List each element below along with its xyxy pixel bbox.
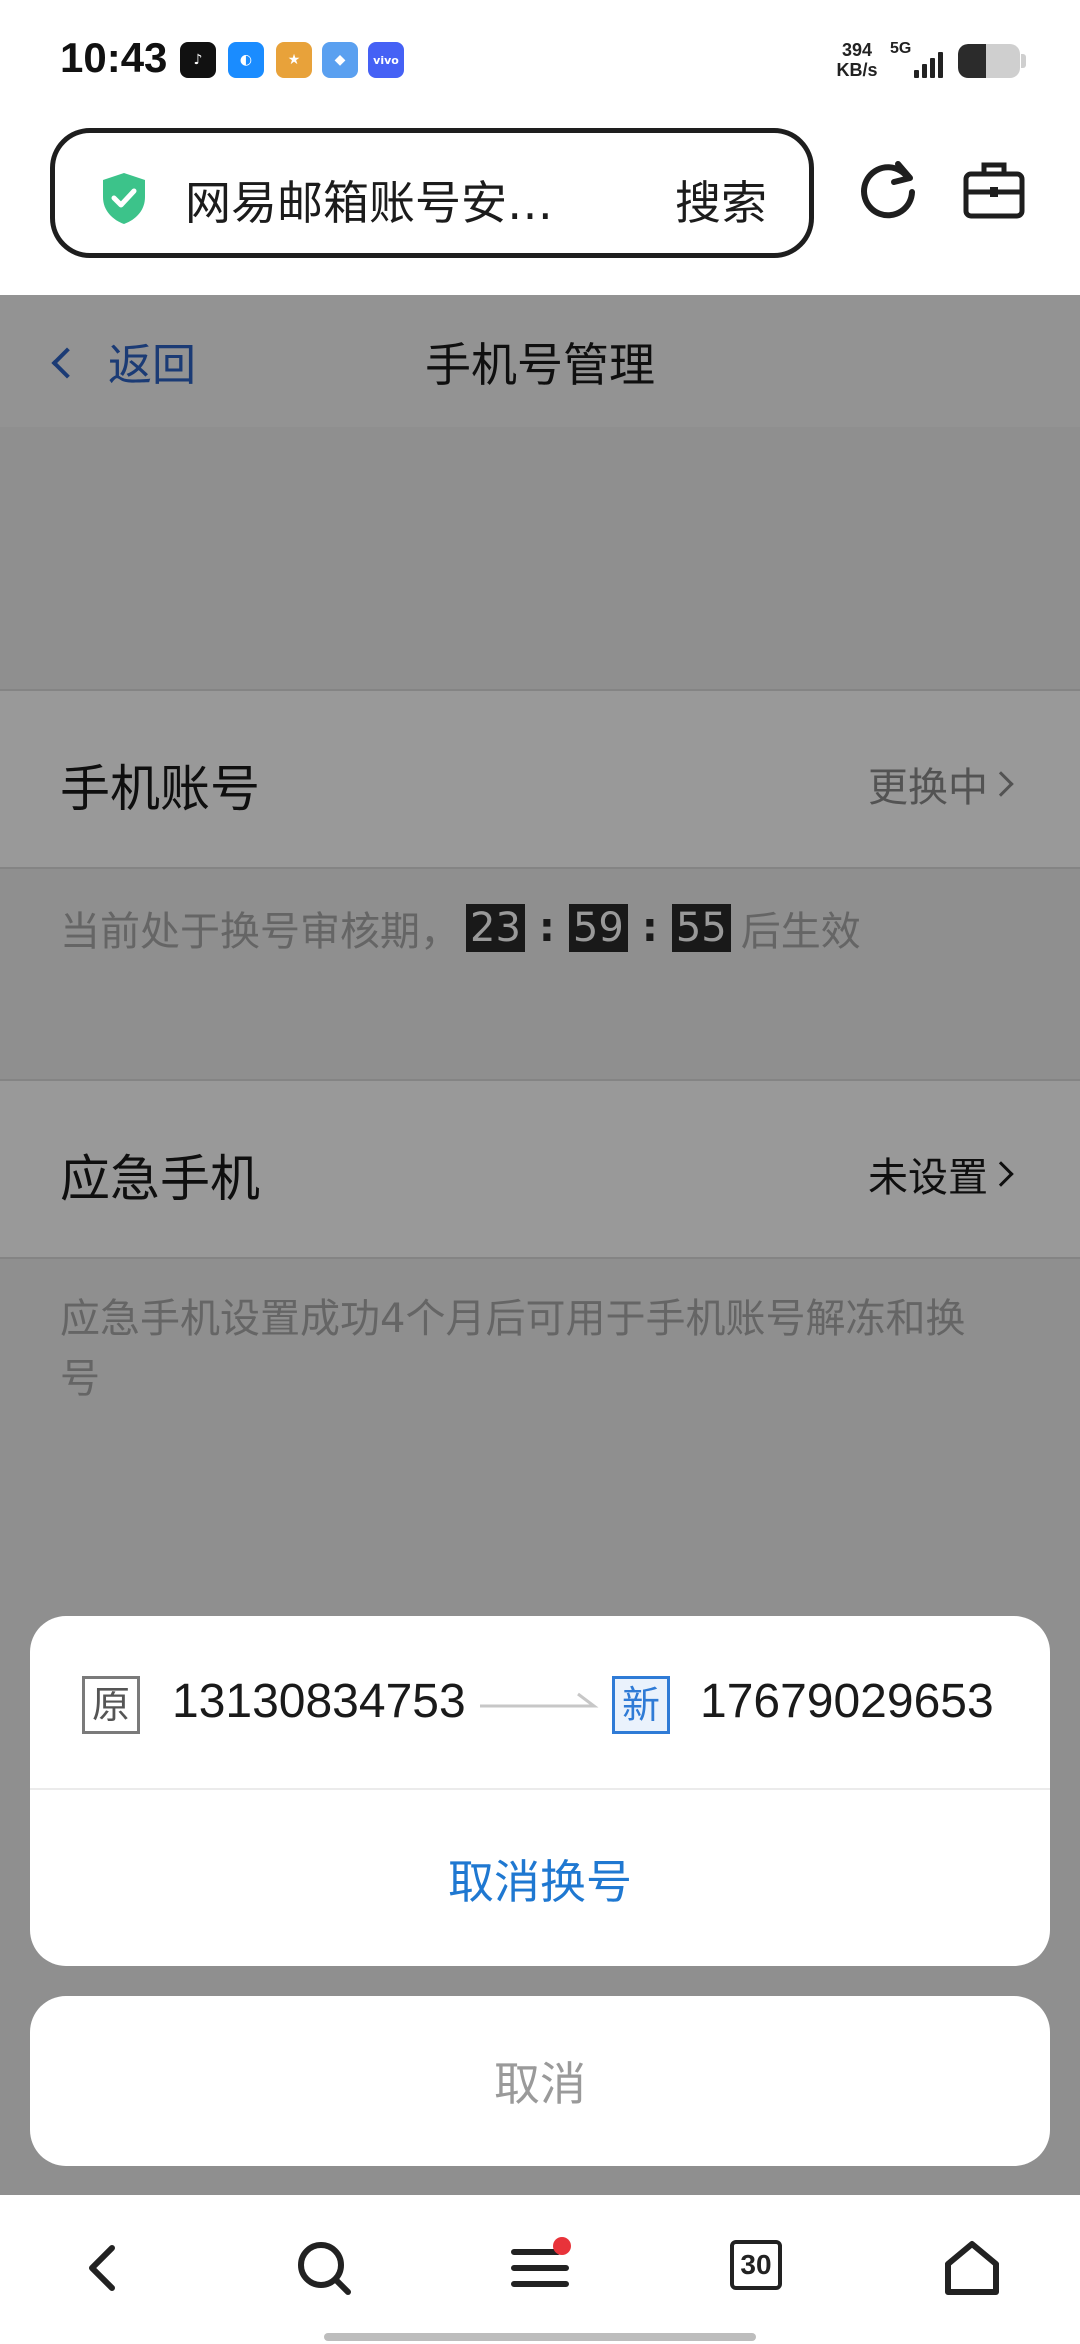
arrow-right-icon (480, 1692, 599, 1708)
game-icon: ★ (276, 42, 312, 78)
old-phone-number: 13130834753 (172, 1675, 466, 1728)
battery-icon (958, 44, 1020, 78)
status-time: 10:43 (60, 34, 168, 81)
tabs-icon[interactable]: 30 (730, 2240, 782, 2290)
vivo-icon: vivo (368, 42, 404, 78)
network-speed: 394 KB/s (832, 40, 882, 80)
cancel-change-button[interactable]: 取消换号 (30, 1792, 1050, 1966)
bottom-nav (0, 2196, 1080, 2344)
status-bar: 10:43 ♪ ◐ ★ ◆ vivo 394 KB/s 5G (0, 0, 1080, 120)
home-icon[interactable] (940, 2236, 1004, 2300)
battery-level (958, 44, 986, 78)
change-number-sheet: 原 13130834753 新 17679029653 取消换号 (30, 1616, 1050, 1966)
tiktok-icon: ♪ (180, 42, 216, 78)
url-text[interactable]: 网易邮箱账号安… (185, 167, 605, 233)
battery-cap (1021, 54, 1026, 68)
wallet-icon: ◆ (322, 42, 358, 78)
browser-toolbar: 网易邮箱账号安… 搜索 (0, 120, 1080, 295)
network-speed-value: 394 (841, 40, 873, 60)
old-number-tag: 原 (82, 1676, 140, 1734)
signal-icon (914, 48, 948, 78)
toolbox-icon[interactable] (962, 158, 1026, 220)
new-number-tag: 新 (612, 1676, 670, 1734)
browser-icon: ◐ (228, 42, 264, 78)
network-type: 5G (890, 40, 912, 57)
address-bar[interactable]: 网易邮箱账号安… 搜索 (50, 128, 814, 258)
network-speed-unit: KB/s (836, 60, 878, 80)
search-button[interactable]: 搜索 (675, 167, 767, 233)
menu-icon[interactable] (508, 2236, 572, 2300)
number-swap-row: 原 13130834753 新 17679029653 (30, 1616, 1050, 1790)
new-phone-number: 17679029653 (700, 1675, 994, 1728)
search-icon[interactable] (292, 2236, 356, 2300)
back-icon[interactable] (72, 2236, 136, 2300)
shield-icon (103, 173, 145, 224)
refresh-icon[interactable] (858, 158, 920, 220)
home-indicator[interactable] (324, 2333, 756, 2341)
dismiss-button[interactable]: 取消 (30, 1996, 1050, 2166)
